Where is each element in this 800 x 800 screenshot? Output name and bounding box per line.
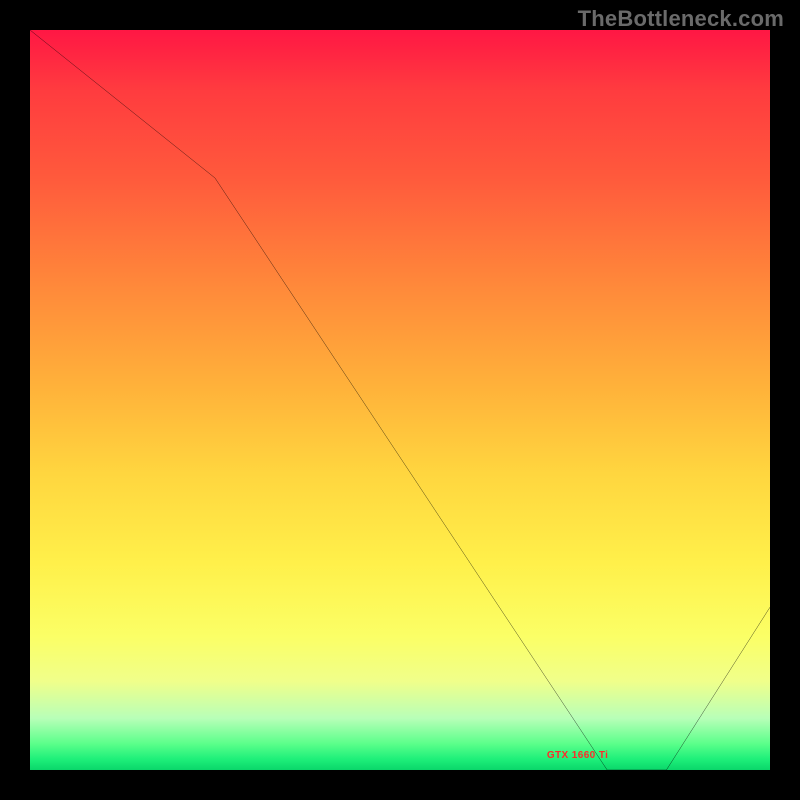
- line-plot: [30, 30, 770, 770]
- bottleneck-curve-path: [30, 30, 770, 770]
- annotation-label: GTX 1660 Ti: [547, 750, 608, 761]
- watermark-text: TheBottleneck.com: [578, 6, 784, 32]
- chart-frame: TheBottleneck.com GTX 1660 Ti: [0, 0, 800, 800]
- plot-area: GTX 1660 Ti: [30, 30, 770, 770]
